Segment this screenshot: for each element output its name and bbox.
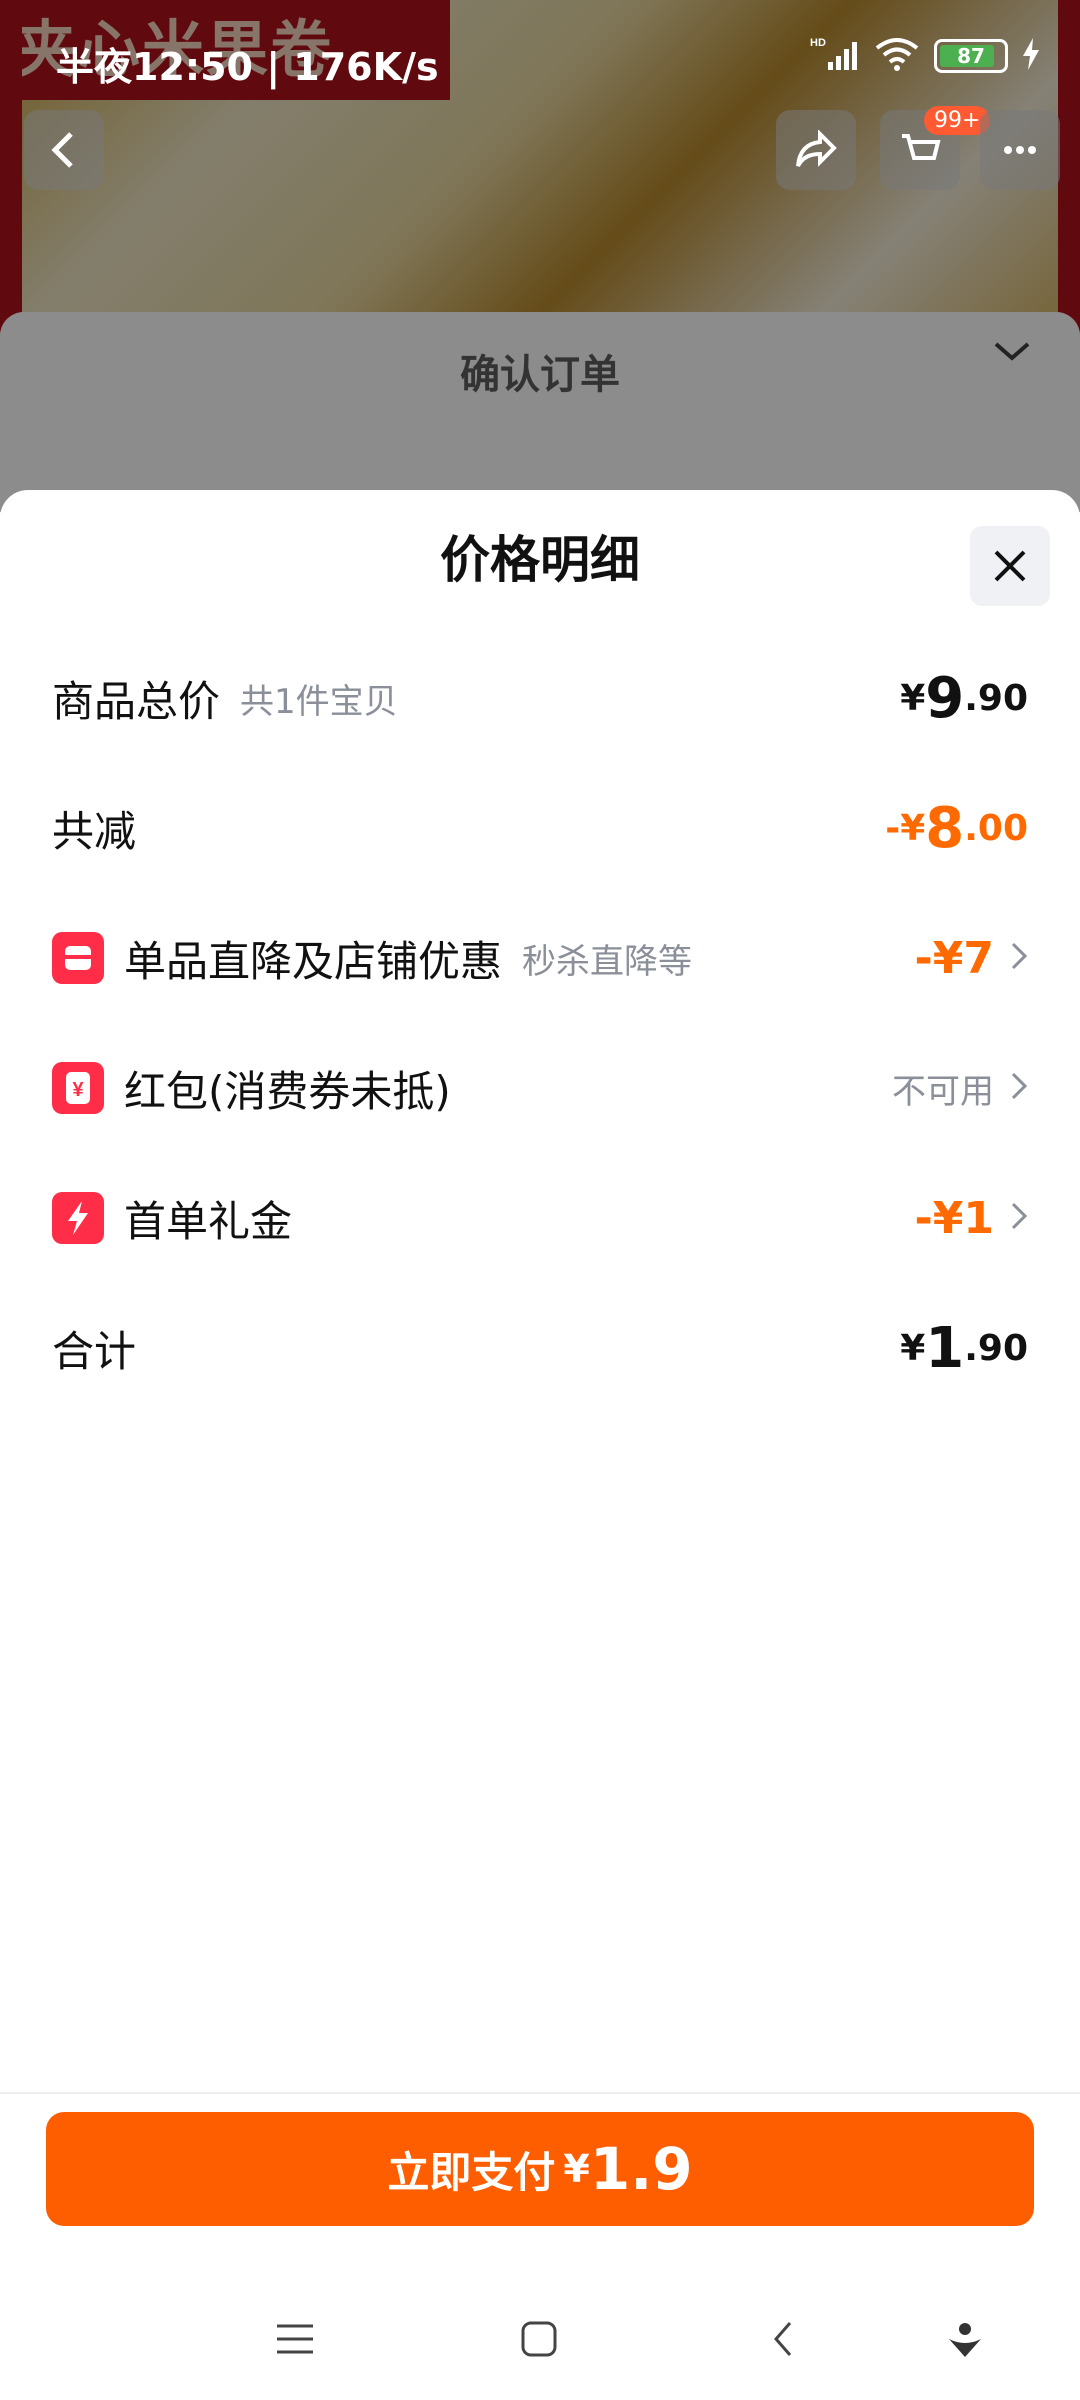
grand-total-row: 合计 ¥ 1 .90 bbox=[52, 1308, 1028, 1388]
first-order-gift-value: -¥1 bbox=[914, 1192, 995, 1244]
share-icon bbox=[796, 130, 837, 167]
battery-icon: 87 bbox=[934, 39, 1008, 73]
share-button[interactable] bbox=[776, 110, 856, 190]
price-currency: ¥ bbox=[900, 1327, 926, 1369]
grand-total-price: ¥ 1 .90 bbox=[900, 1316, 1028, 1381]
red-packet-row[interactable]: ¥ 红包(消费券未抵) 不可用 bbox=[52, 1048, 1028, 1128]
home-icon[interactable] bbox=[514, 2314, 564, 2364]
price-integer: 1 bbox=[925, 1315, 965, 1381]
cart-icon bbox=[902, 134, 941, 160]
price-integer: 8 bbox=[925, 795, 965, 861]
svg-text:HD: HD bbox=[810, 37, 826, 49]
goods-count: 共1件宝贝 bbox=[240, 681, 398, 722]
red-packet-label: 红包(消费券未抵) bbox=[124, 1066, 451, 1116]
more-button[interactable] bbox=[980, 110, 1060, 190]
back-arrow-icon bbox=[51, 132, 73, 168]
price-decimal: .90 bbox=[964, 677, 1028, 719]
lightning-icon bbox=[52, 1192, 104, 1244]
store-discount-label: 单品直降及店铺优惠 bbox=[124, 936, 503, 986]
status-bar: 半夜12:50 | 176K/s HD 87 bbox=[0, 0, 1080, 120]
battery-level: 87 bbox=[957, 44, 985, 68]
price-currency: ¥ bbox=[900, 677, 926, 719]
first-order-gift-value-wrap: -¥1 bbox=[915, 1193, 1029, 1244]
goods-total-price: ¥ 9 .90 bbox=[900, 666, 1028, 731]
price-decimal: .00 bbox=[964, 807, 1028, 849]
close-button[interactable] bbox=[970, 526, 1050, 606]
pay-currency: ¥ bbox=[563, 2147, 590, 2191]
total-discount-price: -¥ 8 .00 bbox=[885, 796, 1028, 861]
red-packet-value: 不可用 bbox=[892, 1071, 994, 1112]
price-decimal: .90 bbox=[964, 1327, 1028, 1369]
price-integer: 9 bbox=[925, 665, 965, 731]
store-discount-sub: 秒杀直降等 bbox=[522, 941, 693, 982]
close-icon bbox=[994, 550, 1026, 582]
store-discount-value-wrap: -¥7 bbox=[915, 933, 1029, 984]
pay-amount: 1.9 bbox=[589, 2135, 693, 2203]
chevron-right-icon bbox=[1010, 1201, 1028, 1235]
store-discount-row[interactable]: 单品直降及店铺优惠 秒杀直降等 -¥7 bbox=[52, 918, 1028, 998]
svg-text:¥: ¥ bbox=[72, 1079, 84, 1101]
store-discount-value: -¥7 bbox=[914, 932, 995, 984]
cart-button[interactable]: 99+ bbox=[880, 106, 991, 190]
total-discount-row: 共减 -¥ 8 .00 bbox=[52, 788, 1028, 868]
pay-now-button[interactable]: 立即支付 ¥ 1.9 bbox=[46, 2112, 1034, 2226]
chevron-right-icon bbox=[1010, 941, 1028, 975]
wifi-icon bbox=[874, 36, 920, 76]
grand-total-label: 合计 bbox=[52, 1326, 137, 1376]
order-sheet-title: 确认订单 bbox=[460, 352, 620, 398]
chevron-right-icon bbox=[1010, 1071, 1028, 1105]
status-time: 半夜12:50 | 176K/s bbox=[56, 45, 439, 89]
back-nav-icon[interactable] bbox=[758, 2314, 808, 2364]
goods-total-label: 商品总价 bbox=[52, 676, 221, 726]
pay-now-label: 立即支付 bbox=[387, 2147, 556, 2197]
red-packet-value-wrap: 不可用 bbox=[892, 1064, 1028, 1113]
red-packet-icon: ¥ bbox=[52, 1062, 104, 1114]
total-discount-label: 共减 bbox=[52, 806, 137, 856]
modal-title: 价格明细 bbox=[440, 531, 640, 589]
goods-total-row: 商品总价 共1件宝贝 ¥ 9 .90 bbox=[52, 658, 1028, 738]
back-button[interactable] bbox=[24, 110, 104, 190]
menu-icon[interactable] bbox=[270, 2314, 320, 2364]
first-order-gift-label: 首单礼金 bbox=[124, 1196, 293, 1246]
store-icon bbox=[52, 932, 104, 984]
collapse-chevron-icon[interactable] bbox=[992, 330, 1032, 376]
more-icon bbox=[1004, 146, 1036, 154]
pay-bar-divider bbox=[0, 2092, 1080, 2094]
status-icons: HD 87 bbox=[810, 36, 1040, 76]
price-currency: -¥ bbox=[885, 807, 926, 849]
signal-icon: HD bbox=[810, 36, 860, 76]
first-order-gift-row[interactable]: 首单礼金 -¥1 bbox=[52, 1178, 1028, 1258]
assistant-icon[interactable] bbox=[940, 2314, 990, 2364]
charging-icon bbox=[1022, 38, 1040, 74]
product-top-nav: 99+ bbox=[0, 106, 1080, 200]
system-nav-bar bbox=[0, 2270, 1080, 2400]
